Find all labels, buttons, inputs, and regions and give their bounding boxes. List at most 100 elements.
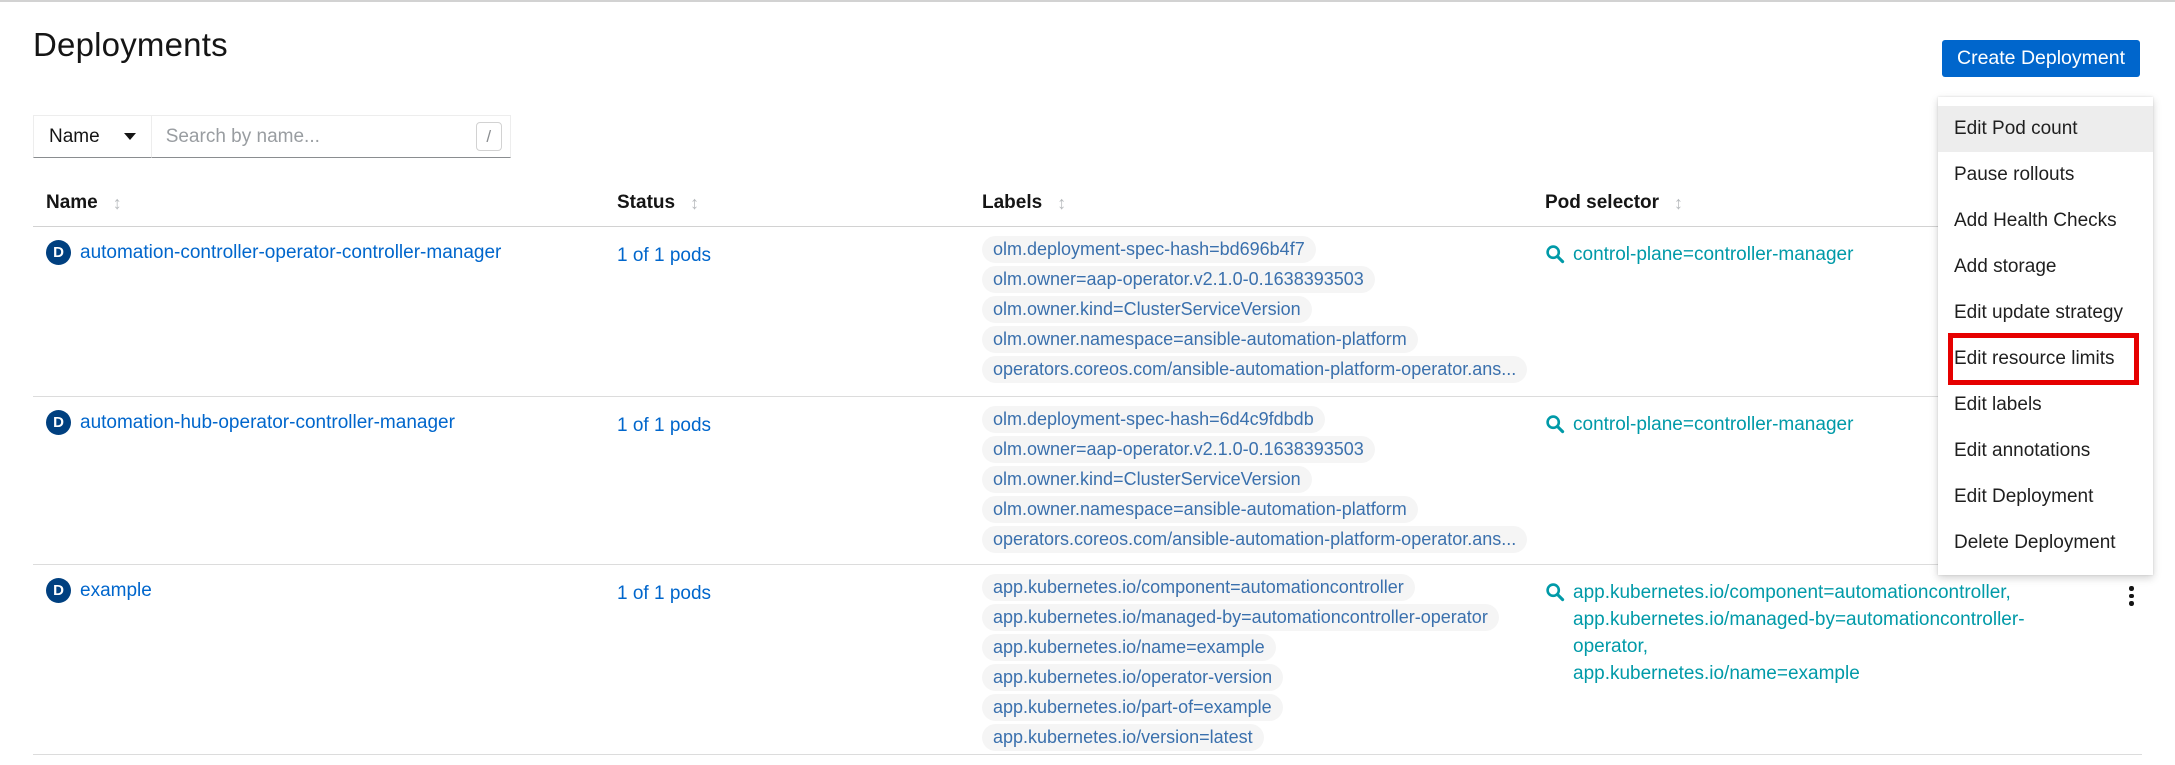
sort-both-icon[interactable]: ↕ bbox=[113, 192, 122, 214]
column-header-label: Labels bbox=[982, 192, 1042, 214]
table-row: Dautomation-hub-operator-controller-mana… bbox=[33, 397, 2142, 565]
filter-toolbar: Name / bbox=[33, 115, 511, 158]
deployments-table: Name ↕ Status ↕ Labels ↕ Pod selector ↕ Dautoma… bbox=[33, 192, 2142, 755]
menu-item-edit-annotations[interactable]: Edit annotations bbox=[1938, 428, 2153, 474]
slash-shortcut-badge: / bbox=[476, 122, 502, 151]
deployment-name-link[interactable]: automation-controller-operator-controlle… bbox=[80, 240, 501, 265]
label-chip-line: app.kubernetes.io/component=automationco… bbox=[982, 574, 1532, 601]
table-row: Dexample 1 of 1 pods app.kubernetes.io/com… bbox=[33, 565, 2142, 755]
kebab-dot bbox=[2129, 594, 2134, 599]
pod-selector-line: app.kubernetes.io/name=example bbox=[1573, 660, 2090, 687]
pod-selector-line: control-plane=controller-manager bbox=[1573, 241, 1853, 268]
pod-selector-text: app.kubernetes.io/component=automationco… bbox=[1573, 579, 2090, 687]
pod-selector-line: app.kubernetes.io/managed-by=automationc… bbox=[1573, 606, 2090, 660]
pod-selector-text: control-plane=controller-manager bbox=[1573, 241, 1853, 268]
name-cell: Dautomation-controller-operator-controll… bbox=[33, 227, 604, 396]
labels-cell: olm.deployment-spec-hash=bd696b4f7 olm.ow… bbox=[969, 227, 1532, 396]
search-icon bbox=[1545, 244, 1565, 264]
deployments-page: Deployments Create Deployment Name / Nam… bbox=[0, 0, 2175, 765]
column-header-label: Pod selector bbox=[1545, 192, 1659, 214]
menu-item-edit-deployment[interactable]: Edit Deployment bbox=[1938, 474, 2153, 520]
label-chip: olm.owner.kind=ClusterServiceVersion bbox=[982, 296, 1312, 323]
status-cell: 1 of 1 pods bbox=[604, 227, 969, 396]
pod-selector-cell: app.kubernetes.io/component=automationco… bbox=[1532, 565, 2090, 754]
label-chip: olm.owner.namespace=ansible-automation-p… bbox=[982, 496, 1418, 523]
labels-cell: app.kubernetes.io/component=automationco… bbox=[969, 565, 1532, 754]
column-header-label: Status bbox=[617, 192, 675, 214]
label-chip-line: app.kubernetes.io/operator-version bbox=[982, 664, 1532, 691]
status-cell: 1 of 1 pods bbox=[604, 397, 969, 564]
label-chip: app.kubernetes.io/operator-version bbox=[982, 664, 1283, 691]
sort-both-icon[interactable]: ↕ bbox=[690, 192, 699, 214]
sort-both-icon[interactable]: ↕ bbox=[1674, 192, 1683, 214]
pod-selector-line: app.kubernetes.io/component=automationco… bbox=[1573, 579, 2090, 606]
column-header-name[interactable]: Name ↕ bbox=[33, 192, 604, 226]
menu-item-edit-resource-limits[interactable]: Edit resource limits bbox=[1938, 336, 2153, 382]
deployment-name-link[interactable]: example bbox=[80, 578, 152, 603]
label-chip-line: olm.owner=aap-operator.v2.1.0-0.16383935… bbox=[982, 436, 1532, 463]
label-chip: app.kubernetes.io/component=automationco… bbox=[982, 574, 1415, 601]
menu-item-add-storage[interactable]: Add storage bbox=[1938, 244, 2153, 290]
column-header-labels[interactable]: Labels ↕ bbox=[969, 192, 1532, 226]
sort-both-icon[interactable]: ↕ bbox=[1057, 192, 1066, 214]
page-title: Deployments bbox=[33, 26, 228, 64]
label-chip: app.kubernetes.io/name=example bbox=[982, 634, 1276, 661]
column-header-label: Name bbox=[46, 192, 98, 214]
table-row: Dautomation-controller-operator-controll… bbox=[33, 227, 2142, 397]
status-cell: 1 of 1 pods bbox=[604, 565, 969, 754]
deployment-badge: D bbox=[46, 240, 71, 265]
label-chip: olm.deployment-spec-hash=6d4c9fdbdb bbox=[982, 406, 1325, 433]
label-chip-line: operators.coreos.com/ansible-automation-… bbox=[982, 356, 1532, 383]
pod-selector-link[interactable]: app.kubernetes.io/component=automationco… bbox=[1545, 579, 2090, 687]
pods-status-link[interactable]: 1 of 1 pods bbox=[617, 583, 711, 604]
chevron-down-icon bbox=[124, 133, 136, 140]
label-chip: olm.owner=aap-operator.v2.1.0-0.16383935… bbox=[982, 436, 1375, 463]
name-cell: Dautomation-hub-operator-controller-mana… bbox=[33, 397, 604, 564]
labels-cell: olm.deployment-spec-hash=6d4c9fdbdb olm.o… bbox=[969, 397, 1532, 564]
deployment-name-link[interactable]: automation-hub-operator-controller-manag… bbox=[80, 410, 455, 435]
label-chip: olm.owner=aap-operator.v2.1.0-0.16383935… bbox=[982, 266, 1375, 293]
label-chip: olm.owner.namespace=ansible-automation-p… bbox=[982, 326, 1418, 353]
menu-item-pause-rollouts[interactable]: Pause rollouts bbox=[1938, 152, 2153, 198]
pod-selector-text: control-plane=controller-manager bbox=[1573, 411, 1853, 438]
label-chip-line: olm.owner.namespace=ansible-automation-p… bbox=[982, 496, 1532, 523]
create-deployment-button[interactable]: Create Deployment bbox=[1942, 40, 2140, 77]
menu-item-add-health-checks[interactable]: Add Health Checks bbox=[1938, 198, 2153, 244]
search-input[interactable] bbox=[152, 116, 510, 157]
table-body: Dautomation-controller-operator-controll… bbox=[33, 227, 2142, 755]
search-icon bbox=[1545, 414, 1565, 434]
label-chip-line: app.kubernetes.io/name=example bbox=[982, 634, 1532, 661]
label-chip-line: olm.owner.kind=ClusterServiceVersion bbox=[982, 296, 1532, 323]
deployment-badge: D bbox=[46, 578, 71, 603]
column-header-status[interactable]: Status ↕ bbox=[604, 192, 969, 226]
filter-type-dropdown[interactable]: Name bbox=[33, 115, 152, 158]
label-chip: olm.owner.kind=ClusterServiceVersion bbox=[982, 466, 1312, 493]
kebab-dot bbox=[2129, 586, 2134, 591]
label-chip-line: olm.owner=aap-operator.v2.1.0-0.16383935… bbox=[982, 266, 1532, 293]
actions-menu: Edit Pod countPause rolloutsAdd Health C… bbox=[1938, 97, 2153, 575]
pods-status-link[interactable]: 1 of 1 pods bbox=[617, 415, 711, 436]
kebab-dot bbox=[2129, 601, 2134, 606]
label-chip-line: olm.deployment-spec-hash=bd696b4f7 bbox=[982, 236, 1532, 263]
label-chip: app.kubernetes.io/part-of=example bbox=[982, 694, 1283, 721]
filter-type-label: Name bbox=[49, 126, 100, 148]
label-chip-line: app.kubernetes.io/managed-by=automationc… bbox=[982, 604, 1532, 631]
deployment-badge: D bbox=[46, 410, 71, 435]
kebab-menu-button[interactable] bbox=[2123, 580, 2140, 754]
search-icon bbox=[1545, 582, 1565, 602]
label-chip-line: olm.owner.namespace=ansible-automation-p… bbox=[982, 326, 1532, 353]
label-chip-line: olm.owner.kind=ClusterServiceVersion bbox=[982, 466, 1532, 493]
menu-item-edit-pod-count[interactable]: Edit Pod count bbox=[1938, 106, 2153, 152]
table-header-row: Name ↕ Status ↕ Labels ↕ Pod selector ↕ bbox=[33, 192, 2142, 227]
label-chip: operators.coreos.com/ansible-automation-… bbox=[982, 356, 1527, 383]
menu-item-edit-labels[interactable]: Edit labels bbox=[1938, 382, 2153, 428]
label-chip-line: app.kubernetes.io/version=latest bbox=[982, 724, 1532, 751]
pod-selector-line: control-plane=controller-manager bbox=[1573, 411, 1853, 438]
pods-status-link[interactable]: 1 of 1 pods bbox=[617, 245, 711, 266]
row-actions-cell bbox=[2090, 565, 2142, 754]
label-chip: app.kubernetes.io/managed-by=automationc… bbox=[982, 604, 1499, 631]
name-cell: Dexample bbox=[33, 565, 604, 754]
menu-item-edit-update-strategy[interactable]: Edit update strategy bbox=[1938, 290, 2153, 336]
menu-item-delete-deployment[interactable]: Delete Deployment bbox=[1938, 520, 2153, 566]
search-box: / bbox=[151, 115, 511, 158]
